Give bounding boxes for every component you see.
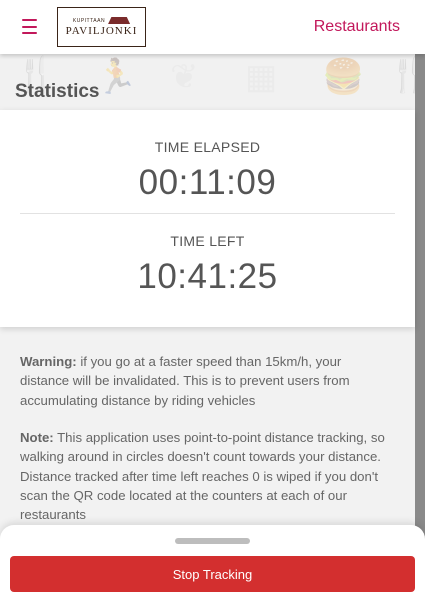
time-elapsed-value: 00:11:09 — [138, 163, 277, 202]
note-label: Note: — [20, 430, 54, 445]
logo-main-text: PAVILJONKI — [65, 25, 138, 37]
logo-top-text: KUPITTAAN — [72, 17, 106, 24]
warning-note: Warning: if you go at a faster speed tha… — [20, 352, 390, 410]
statistics-card: TIME ELAPSED 00:11:09 TIME LEFT 10:41:25 — [0, 110, 415, 327]
paviljonki-logo[interactable]: KUPITTAAN PAVILJONKI — [57, 7, 146, 47]
menu-icon[interactable] — [22, 19, 37, 34]
note-text: This application uses point-to-point dis… — [20, 430, 385, 523]
stop-tracking-button[interactable]: Stop Tracking — [10, 556, 415, 592]
time-left-label: TIME LEFT — [170, 233, 245, 249]
scrollbar[interactable] — [415, 54, 425, 554]
warning-label: Warning: — [20, 354, 77, 369]
card-divider — [20, 213, 395, 214]
statistics-title: Statistics — [15, 81, 100, 102]
time-left-value: 10:41:25 — [137, 257, 278, 296]
logo-top: KUPITTAAN — [72, 17, 131, 24]
sheet-grab-handle[interactable] — [175, 538, 250, 544]
bottom-sheet: Stop Tracking — [0, 525, 425, 602]
time-elapsed-label: TIME ELAPSED — [154, 139, 261, 155]
app-header: KUPITTAAN PAVILJONKI Restaurants — [0, 0, 425, 54]
restaurants-link[interactable]: Restaurants — [314, 18, 400, 36]
pavilion-roof-icon — [108, 17, 131, 24]
info-note: Note: This application uses point-to-poi… — [20, 428, 390, 524]
